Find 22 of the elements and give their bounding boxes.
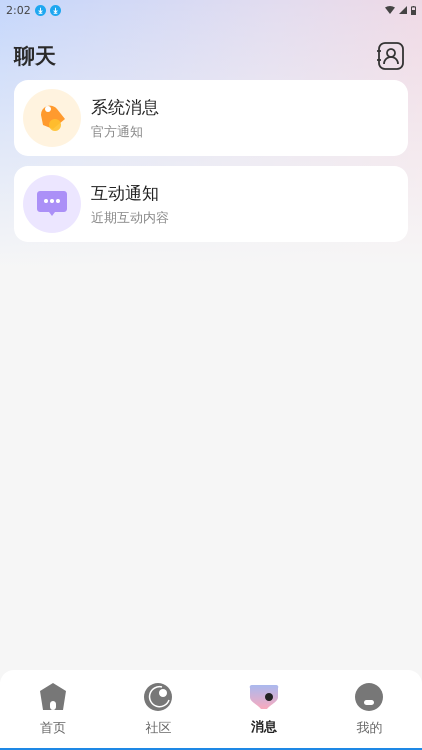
conversation-card[interactable]: 互动通知 近期互动内容 [14, 166, 408, 242]
download-icon [50, 4, 61, 16]
conversation-subtitle: 近期互动内容 [91, 210, 169, 226]
home-icon [38, 682, 68, 712]
conversation-card[interactable]: 系统消息 官方通知 [14, 80, 408, 156]
profile-icon [354, 682, 384, 712]
page-title: 聊天 [14, 43, 56, 70]
conversation-title: 系统消息 [91, 96, 159, 118]
download-icon [34, 4, 46, 16]
conversation-subtitle: 官方通知 [91, 124, 144, 140]
message-icon [248, 682, 279, 710]
battery-icon [411, 6, 416, 14]
nav-tab[interactable]: 首页 [0, 670, 106, 748]
contacts-icon[interactable] [376, 42, 404, 70]
nav-tab[interactable]: 我的 [316, 670, 422, 748]
status-time: 2:02 [6, 4, 31, 16]
wifi-icon [385, 6, 395, 14]
moon-icon [143, 682, 174, 712]
nav-tab[interactable]: 消息 [211, 670, 316, 748]
conversation-title: 互动通知 [91, 182, 160, 204]
signal-icon [399, 6, 407, 14]
nav-tab[interactable]: 社区 [106, 670, 211, 748]
